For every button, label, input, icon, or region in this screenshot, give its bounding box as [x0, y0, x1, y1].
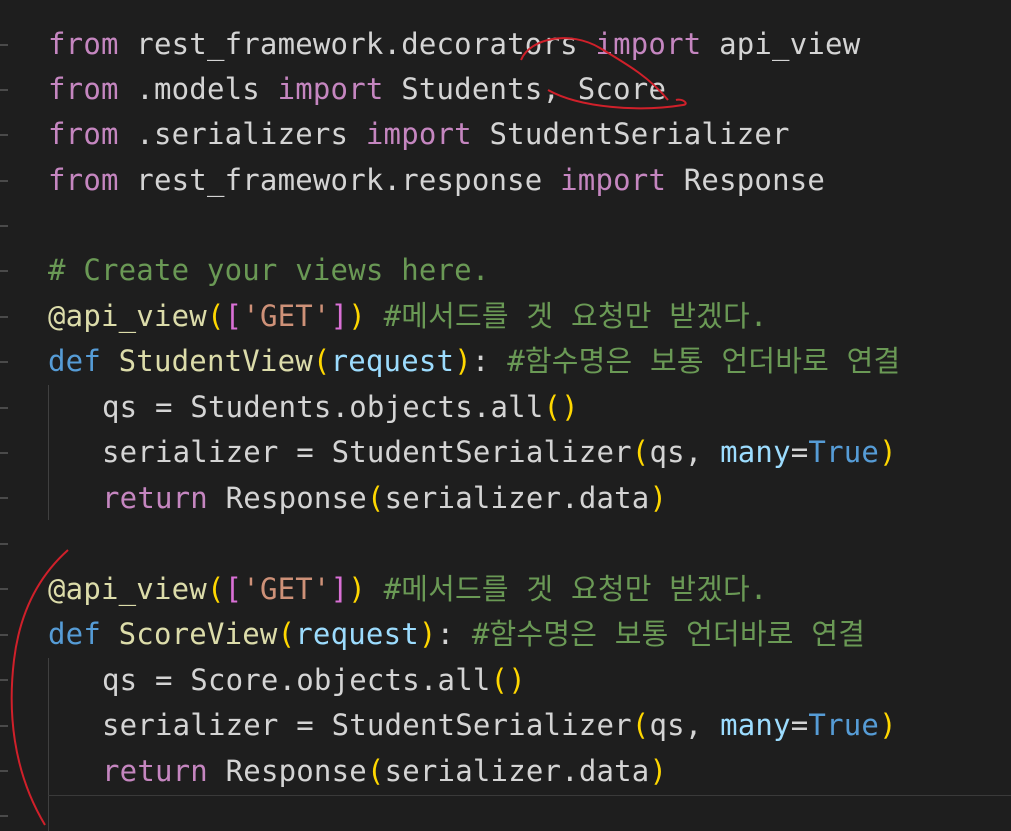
paren: ( [206, 572, 225, 606]
imported-name: api_view [701, 27, 861, 61]
comment: #함수명은 보통 언더바로 연결 [489, 344, 901, 378]
keyword: import [277, 72, 384, 106]
string-literal: 'GET' [242, 572, 331, 606]
keyword: return [102, 754, 208, 788]
paren: ( [490, 663, 509, 697]
keyword: def [48, 617, 101, 651]
parameter: request [295, 617, 419, 651]
paren: ) [508, 663, 526, 697]
code-line-3[interactable]: from .serializers import StudentSerializ… [48, 112, 790, 157]
paren: ( [366, 754, 385, 788]
paren: ( [312, 344, 331, 378]
keyword: from [48, 72, 119, 106]
paren: ) [454, 344, 472, 378]
paren: ( [277, 617, 296, 651]
module-path: rest_framework.decorators [118, 27, 596, 61]
colon: : [471, 344, 490, 378]
comment: #메서드를 겟 요청만 받겠다. [365, 572, 768, 606]
paren: ) [348, 572, 366, 606]
paren: ) [879, 708, 897, 742]
paren: ) [649, 481, 668, 515]
code-line-6[interactable]: @api_view(['GET']) #메서드를 겟 요청만 받겠다. [48, 294, 768, 339]
code-line-1[interactable]: from rest_framework.decorators import ap… [48, 22, 860, 67]
code-line-4[interactable]: from rest_framework.response import Resp… [48, 158, 825, 203]
bracket: [ [224, 299, 243, 333]
keyword-argument: many [720, 708, 791, 742]
call: Response [207, 481, 367, 515]
keyword: def [48, 344, 101, 378]
code-line-10[interactable]: return Response(serializer.data) [48, 476, 667, 521]
parameter: request [330, 344, 455, 378]
argument: serializer.data [384, 754, 650, 788]
code-line-11[interactable]: @api_view(['GET']) #메서드를 겟 요청만 받겠다. [48, 567, 768, 612]
code-line-12[interactable]: def ScoreView(request): #함수명은 보통 언더바로 연결 [48, 612, 865, 657]
comment: # Create your views here. [48, 253, 490, 287]
argument: qs, [649, 708, 721, 742]
current-line-highlight [48, 795, 1011, 796]
paren: ( [206, 299, 225, 333]
constant: True [808, 435, 880, 469]
keyword: from [48, 117, 119, 151]
code-line-9[interactable]: serializer = StudentSerializer(qs, many=… [48, 430, 897, 475]
code-editor[interactable]: from rest_framework.decorators import ap… [0, 0, 1011, 831]
imported-name: StudentSerializer [471, 117, 790, 151]
code-line-8[interactable]: qs = Students.objects.all() [48, 385, 579, 430]
keyword: import [560, 163, 667, 197]
paren: ) [879, 435, 897, 469]
comment: #함수명은 보통 언더바로 연결 [454, 617, 866, 651]
paren: ( [366, 481, 385, 515]
keyword: from [48, 27, 119, 61]
decorator: @api_view [48, 299, 207, 333]
comment: #메서드를 겟 요청만 받겠다. [365, 299, 768, 333]
code-line-5[interactable]: # Create your views here. [48, 248, 490, 293]
imported-name: Students, Score [383, 72, 667, 106]
colon: : [436, 617, 455, 651]
statement: qs = Students.objects.all [102, 390, 544, 424]
module-path: .models [118, 72, 278, 106]
keyword: import [365, 117, 472, 151]
code-line-7[interactable]: def StudentView(request): #함수명은 보통 언더바로 … [48, 339, 900, 384]
module-path: rest_framework.response [118, 163, 561, 197]
keyword: from [48, 163, 119, 197]
function-name: ScoreView [100, 617, 278, 651]
statement: serializer = StudentSerializer [102, 435, 632, 469]
function-name: StudentView [100, 344, 313, 378]
paren: ) [348, 299, 366, 333]
paren: ) [418, 617, 437, 651]
paren: ) [649, 754, 668, 788]
operator: = [790, 435, 809, 469]
paren: ( [631, 435, 650, 469]
bracket: ] [330, 299, 349, 333]
bracket: ] [330, 572, 349, 606]
code-line-15[interactable]: return Response(serializer.data) [48, 749, 667, 794]
module-path: .serializers [118, 117, 366, 151]
call: Response [207, 754, 367, 788]
line-gutter [0, 0, 14, 831]
paren: ( [543, 390, 562, 424]
statement: qs = Score.objects.all [102, 663, 491, 697]
code-line-13[interactable]: qs = Score.objects.all() [48, 658, 526, 703]
keyword: import [595, 27, 702, 61]
constant: True [808, 708, 880, 742]
argument: serializer.data [384, 481, 650, 515]
statement: serializer = StudentSerializer [102, 708, 632, 742]
operator: = [790, 708, 809, 742]
paren: ( [631, 708, 650, 742]
decorator: @api_view [48, 572, 207, 606]
paren: ) [561, 390, 579, 424]
argument: qs, [649, 435, 721, 469]
bracket: [ [224, 572, 243, 606]
code-line-2[interactable]: from .models import Students, Score [48, 67, 666, 112]
imported-name: Response [666, 163, 826, 197]
string-literal: 'GET' [242, 299, 331, 333]
keyword: return [102, 481, 208, 515]
keyword-argument: many [720, 435, 791, 469]
code-line-14[interactable]: serializer = StudentSerializer(qs, many=… [48, 703, 897, 748]
